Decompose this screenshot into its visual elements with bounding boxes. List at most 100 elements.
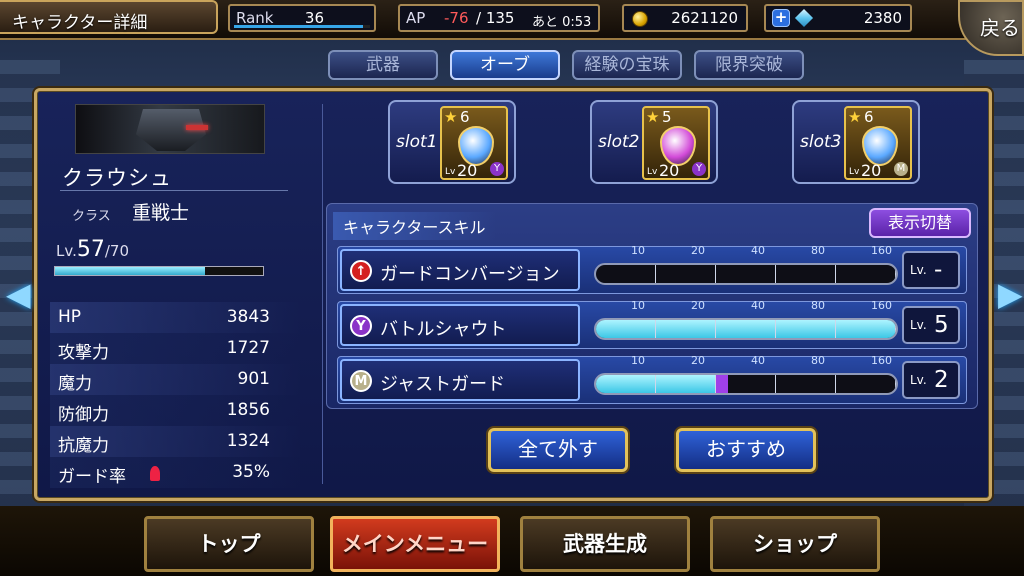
tick-label: 20	[691, 354, 705, 367]
progress-segment	[776, 265, 836, 283]
tick-label: 160	[871, 299, 892, 312]
orb-level: 20	[457, 161, 478, 180]
skills-title: キャラクタースキル	[333, 212, 496, 240]
skill-level-label: Lv.	[910, 263, 927, 277]
stat-name: 攻撃力	[58, 343, 109, 363]
orb-gem-icon	[660, 126, 696, 166]
tick-label: 80	[811, 299, 825, 312]
character-exp-fill	[55, 267, 205, 275]
stat-value: 1324	[226, 431, 270, 451]
skill-row[interactable]: ↑ ガードコンバージョン 10 20 40 80 160 Lv. -	[337, 244, 967, 294]
tick-label: 80	[811, 244, 825, 257]
skill-row[interactable]: M ジャストガード 10 20 40 80 160 Lv. 2	[337, 354, 967, 404]
toggle-display-button[interactable]: 表示切替	[869, 208, 971, 238]
orb-level-label: Lv	[445, 167, 456, 177]
orb-rarity: 5	[662, 108, 672, 126]
stat-row-resistance: 抗魔力 1324	[50, 426, 300, 457]
unequip-all-button[interactable]: 全て外す	[488, 428, 628, 472]
visor-glow	[186, 125, 208, 130]
orb-card: ★ 6 Lv 20 Y	[440, 106, 508, 180]
prev-character-arrow-icon[interactable]: ◀	[6, 270, 31, 318]
ap-timer: あと 0:53	[532, 15, 592, 30]
nav-weapon-craft[interactable]: 武器生成	[520, 516, 690, 572]
character-portrait	[75, 104, 265, 154]
progress-segment	[776, 375, 836, 393]
next-character-arrow-icon[interactable]: ▶	[998, 270, 1023, 318]
stat-name: HP	[58, 307, 82, 327]
class-value: 重戦士	[132, 202, 190, 224]
tick-label: 10	[631, 299, 645, 312]
rarity-star-icon: ★	[848, 108, 862, 126]
ap-current: -76	[444, 9, 469, 27]
top-bar: キャラクター詳細 Rank 36 AP -76 / 135 あと 0:53 26…	[0, 0, 1024, 56]
stat-value: 1856	[226, 400, 270, 420]
skill-type-icon: M	[350, 370, 372, 392]
progress-segment	[776, 320, 836, 338]
skill-level: 5	[934, 312, 949, 338]
skill-level: -	[934, 257, 943, 283]
progress-segment	[836, 320, 896, 338]
gem-icon	[794, 8, 814, 28]
character-skills-panel: キャラクタースキル 表示切替 ↑ ガードコンバージョン 10 20 40 80 160 …	[326, 203, 978, 409]
nav-top[interactable]: トップ	[144, 516, 314, 572]
orb-slot-1[interactable]: slot1 ★ 6 Lv 20 Y	[388, 100, 516, 184]
tick-label: 40	[751, 354, 765, 367]
guard-rate-icon	[150, 466, 160, 481]
stat-row-hp: HP 3843	[50, 302, 300, 333]
skill-level-box: Lv. 2	[902, 361, 960, 399]
character-exp-bar	[54, 266, 264, 276]
nav-shop[interactable]: ショップ	[710, 516, 880, 572]
stat-value: 1727	[226, 338, 270, 358]
stat-row-defense: 防御力 1856	[50, 395, 300, 426]
tick-label: 20	[691, 299, 705, 312]
character-name: クラウシュ	[62, 166, 172, 190]
skill-type-icon: Y	[350, 315, 372, 337]
skill-level-box: Lv. -	[902, 251, 960, 289]
skill-name-box: ↑ ガードコンバージョン	[340, 249, 580, 291]
tab-limit-break[interactable]: 限界突破	[694, 50, 804, 80]
gem-box[interactable]: + 2380	[764, 4, 912, 32]
tick-label: 80	[811, 354, 825, 367]
orb-slot-3[interactable]: slot3 ★ 6 Lv 20 M	[792, 100, 920, 184]
tick-label: 40	[751, 299, 765, 312]
orb-type-icon: Y	[692, 162, 706, 176]
helmet-image	[136, 109, 206, 151]
stat-value: 3843	[226, 307, 270, 327]
tick-label: 20	[691, 244, 705, 257]
skill-level-label: Lv.	[910, 318, 927, 332]
tick-label: 40	[751, 244, 765, 257]
tab-orb[interactable]: オーブ	[450, 50, 560, 80]
skill-name-box: M ジャストガード	[340, 359, 580, 401]
skill-type-icon: ↑	[350, 260, 372, 282]
orb-slot-2[interactable]: slot2 ★ 5 Lv 20 Y	[590, 100, 718, 184]
tick-label: 10	[631, 244, 645, 257]
back-button[interactable]: 戻る	[958, 0, 1024, 56]
rank-exp-fill	[234, 25, 364, 28]
tab-exp-orb[interactable]: 経験の宝珠	[572, 50, 682, 80]
skill-row[interactable]: Y バトルシャウト 10 20 40 80 160 Lv. 5	[337, 299, 967, 349]
skill-ticks: 10 20 40 80 160	[631, 354, 946, 368]
slot-label: slot2	[598, 132, 640, 152]
progress-segment	[596, 375, 656, 393]
skill-level-box: Lv. 5	[902, 306, 960, 344]
stat-row-guard-rate: ガード率 35%	[50, 457, 300, 488]
nav-main-menu[interactable]: メインメニュー	[330, 516, 500, 572]
progress-segment	[656, 375, 716, 393]
orb-type-icon: Y	[490, 162, 504, 176]
class-label: クラス	[72, 209, 111, 224]
orb-card: ★ 6 Lv 20 M	[844, 106, 912, 180]
skill-progress-bar	[594, 318, 898, 340]
orb-level-label: Lv	[647, 167, 658, 177]
stats-list: HP 3843 攻撃力 1727 魔力 901 防御力 1856 抗魔力 1324 ガード…	[50, 302, 300, 488]
orb-rarity: 6	[460, 108, 470, 126]
recommend-button[interactable]: おすすめ	[676, 428, 816, 472]
progress-segment	[656, 320, 716, 338]
orb-level-label: Lv	[849, 167, 860, 177]
tab-weapon[interactable]: 武器	[328, 50, 438, 80]
rarity-star-icon: ★	[646, 108, 660, 126]
rank-box: Rank 36	[228, 4, 376, 32]
stat-name: 抗魔力	[58, 436, 109, 456]
progress-partial	[716, 375, 728, 393]
skill-progress-bar	[594, 373, 898, 395]
add-gems-icon[interactable]: +	[772, 9, 790, 27]
